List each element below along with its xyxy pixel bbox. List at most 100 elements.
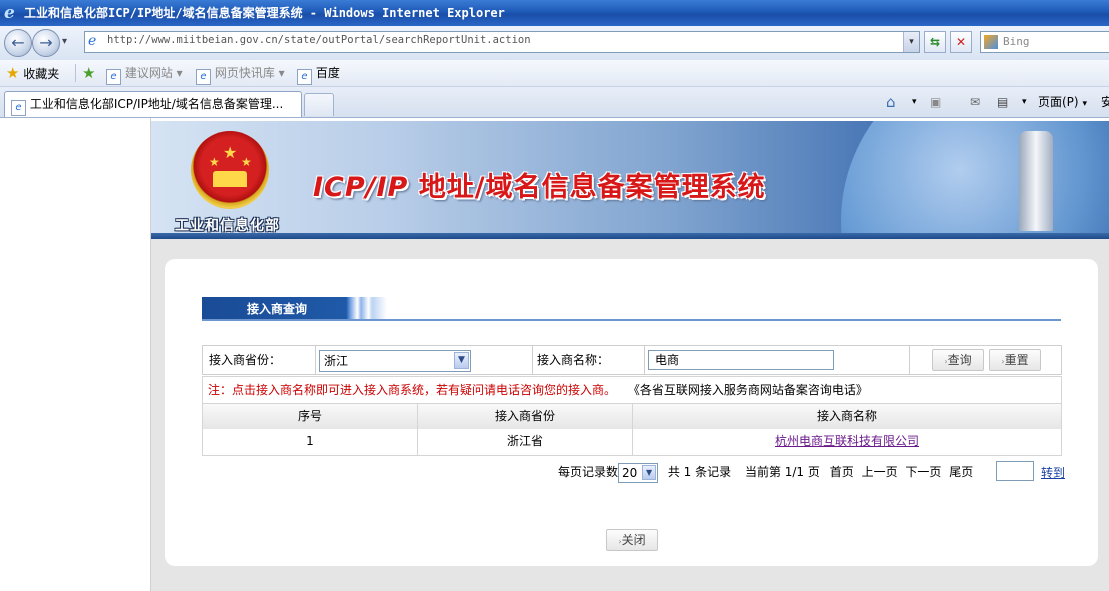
forward-button[interactable]: → [32,29,60,57]
page-icon: e [11,100,26,116]
tab-bar: e 工业和信息化部ICP/IP地址/域名信息备案管理... ⌂ ▾ ▣ ✉ ▤ … [0,87,1109,118]
feeds-icon[interactable]: ▣ [930,93,941,111]
province-select[interactable]: 浙江 ▼ [319,350,471,372]
bing-icon [984,35,998,49]
query-form: 接入商省份： 浙江 ▼ 接入商名称： 电商 ›查询 ›重置 [202,345,1062,375]
print-icon[interactable]: ▤ [997,93,1008,111]
favorites-button[interactable]: ★ 收藏夹 [6,65,59,81]
page-icon: e [88,33,97,49]
address-url[interactable]: http://www.miitbeian.gov.cn/state/outPor… [107,34,531,46]
fav-suggested-sites[interactable]: e 建议网站 ▾ [106,65,183,85]
consult-phone-link[interactable]: 《各省互联网接入服务商网站备案咨询电话》 [628,383,868,397]
tab-active[interactable]: e 工业和信息化部ICP/IP地址/域名信息备案管理... [4,91,302,117]
chevron-down-icon[interactable]: ▼ [454,352,469,369]
fav-baidu[interactable]: e 百度 [297,65,340,85]
site-banner: ★ ★ ★ 工业和信息化部 ICP/IP 地址/域名信息备案管理系统 [151,121,1109,239]
section-title: 接入商查询 [246,302,307,316]
favorites-divider [75,64,76,82]
national-emblem-icon: ★ ★ ★ [191,131,269,209]
table-row: 1 浙江省 杭州电商互联科技有限公司 [202,429,1062,456]
notice-row: 注：点击接入商名称即可进入接入商系统，若有疑问请电话咨询您的接入商。 《各省互联… [202,376,1062,403]
divider [909,346,910,374]
page-icon: e [106,69,121,85]
name-input[interactable]: 电商 [648,350,834,370]
star-icon: ★ [6,64,20,82]
refresh-button[interactable]: ⇆ [924,31,946,53]
window-titlebar: e 工业和信息化部ICP/IP地址/域名信息备案管理系统 - Windows I… [0,0,1109,26]
tab-title: 工业和信息化部ICP/IP地址/域名信息备案管理... [29,97,284,111]
home-dropdown-icon[interactable]: ▾ [912,93,917,111]
search-button-label: 查询 [947,353,972,367]
left-blank-panel [0,118,151,591]
fav-suggested-label: 建议网站 ▾ [124,66,183,80]
row-index: 1 [306,434,314,448]
search-box[interactable]: Bing [980,31,1109,53]
window-title: 工业和信息化部ICP/IP地址/域名信息备案管理系统 - Windows Int… [24,6,505,20]
section-header: 接入商查询 [202,297,387,319]
reset-button-label: 重置 [1004,353,1029,367]
goto-link[interactable]: 转到 [1041,464,1065,481]
search-placeholder: Bing [1003,35,1030,48]
favorites-bar: ★ 收藏夹 ★ e 建议网站 ▾ e 网页快讯库 ▾ e 百度 [0,60,1109,87]
page-menu[interactable]: 页面(P) ▾ [1038,93,1087,111]
fav-web-slices[interactable]: e 网页快讯库 ▾ [196,65,285,85]
province-label: 接入商省份： [209,353,282,367]
row-name-cell: 杭州电商互联科技有限公司 [633,429,1061,454]
print-dropdown-icon[interactable]: ▾ [1022,93,1027,111]
favorites-label: 收藏夹 [23,67,60,81]
stop-button[interactable]: ✕ [950,31,972,53]
prev-page-link[interactable]: 上一页 [862,465,898,479]
total-records: 共 1 条记录 [667,465,732,479]
page-content: ★ ★ ★ 工业和信息化部 ICP/IP 地址/域名信息备案管理系统 接入商查询… [0,118,1109,591]
col-name-header: 接入商名称 [816,409,877,423]
mail-icon[interactable]: ✉ [970,93,980,111]
col-province-header: 接入商省份 [494,409,555,423]
back-button[interactable]: ← [4,29,32,57]
name-label: 接入商名称： [537,353,610,367]
first-page-link[interactable]: 首页 [830,465,854,479]
fav-baidu-label: 百度 [315,66,340,80]
system-title-latin: ICP/IP [313,172,409,203]
divider [644,346,645,374]
ie-logo-icon: e [4,3,15,23]
col-index-header: 序号 [297,409,322,423]
page-number-input[interactable] [996,461,1034,481]
address-bar[interactable]: e http://www.miitbeian.gov.cn/state/outP… [84,31,920,53]
main-panel: 接入商查询 接入商省份： 浙江 ▼ 接入商名称： 电商 ›查询 ›重置 注：点击… [165,259,1098,566]
chevron-down-icon[interactable]: ▼ [642,464,657,480]
per-page-select[interactable]: 20 ▼ [618,462,659,483]
section-divider [202,319,1061,321]
results-header: 序号 接入商省份 接入商名称 [202,403,1062,430]
add-favorite-icon[interactable]: ★ [82,65,95,81]
page-menu-label: 页面(P) [1038,95,1079,109]
reset-button[interactable]: ›重置 [989,349,1041,371]
divider [315,346,316,374]
last-page-link[interactable]: 尾页 [949,465,973,479]
notice-text: 注：点击接入商名称即可进入接入商系统，若有疑问请电话咨询您的接入商。 [208,383,617,397]
current-page: 当前第 1/1 页 [744,465,820,479]
close-button[interactable]: ›关闭 [606,529,658,551]
province-selected-value: 浙江 [324,354,349,368]
address-toolbar: ← → ▾ e http://www.miitbeian.gov.cn/stat… [0,26,1109,60]
page-icon: e [196,69,211,85]
ministry-name: 工业和信息化部 [175,218,280,234]
globe-graphic [841,121,1109,239]
fav-web-slices-label: 网页快讯库 ▾ [214,66,285,80]
search-button[interactable]: ›查询 [932,349,984,371]
divider [532,346,533,374]
recent-pages-icon[interactable]: ▾ [62,36,67,47]
system-title: ICP/IP 地址/域名信息备案管理系统 [313,165,766,204]
provider-link[interactable]: 杭州电商互联科技有限公司 [775,434,919,448]
new-tab-button[interactable] [304,93,334,116]
next-page-link[interactable]: 下一页 [905,465,941,479]
huabiao-pillar-graphic [1019,131,1053,231]
page-icon: e [297,69,312,85]
close-button-label: 关闭 [621,533,646,547]
row-province: 浙江省 [506,434,543,448]
system-title-cjk: 地址/域名信息备案管理系统 [408,172,766,203]
address-dropdown-icon[interactable]: ▾ [903,32,919,52]
home-icon[interactable]: ⌂ [886,93,896,111]
per-page-label: 每页记录数 [558,465,619,479]
safety-menu[interactable]: 安 [1101,93,1109,111]
pagination: 每页记录数 20 ▼ 共 1 条记录 当前第 1/1 页 首页 上一页 下一页 尾页 [558,462,973,483]
